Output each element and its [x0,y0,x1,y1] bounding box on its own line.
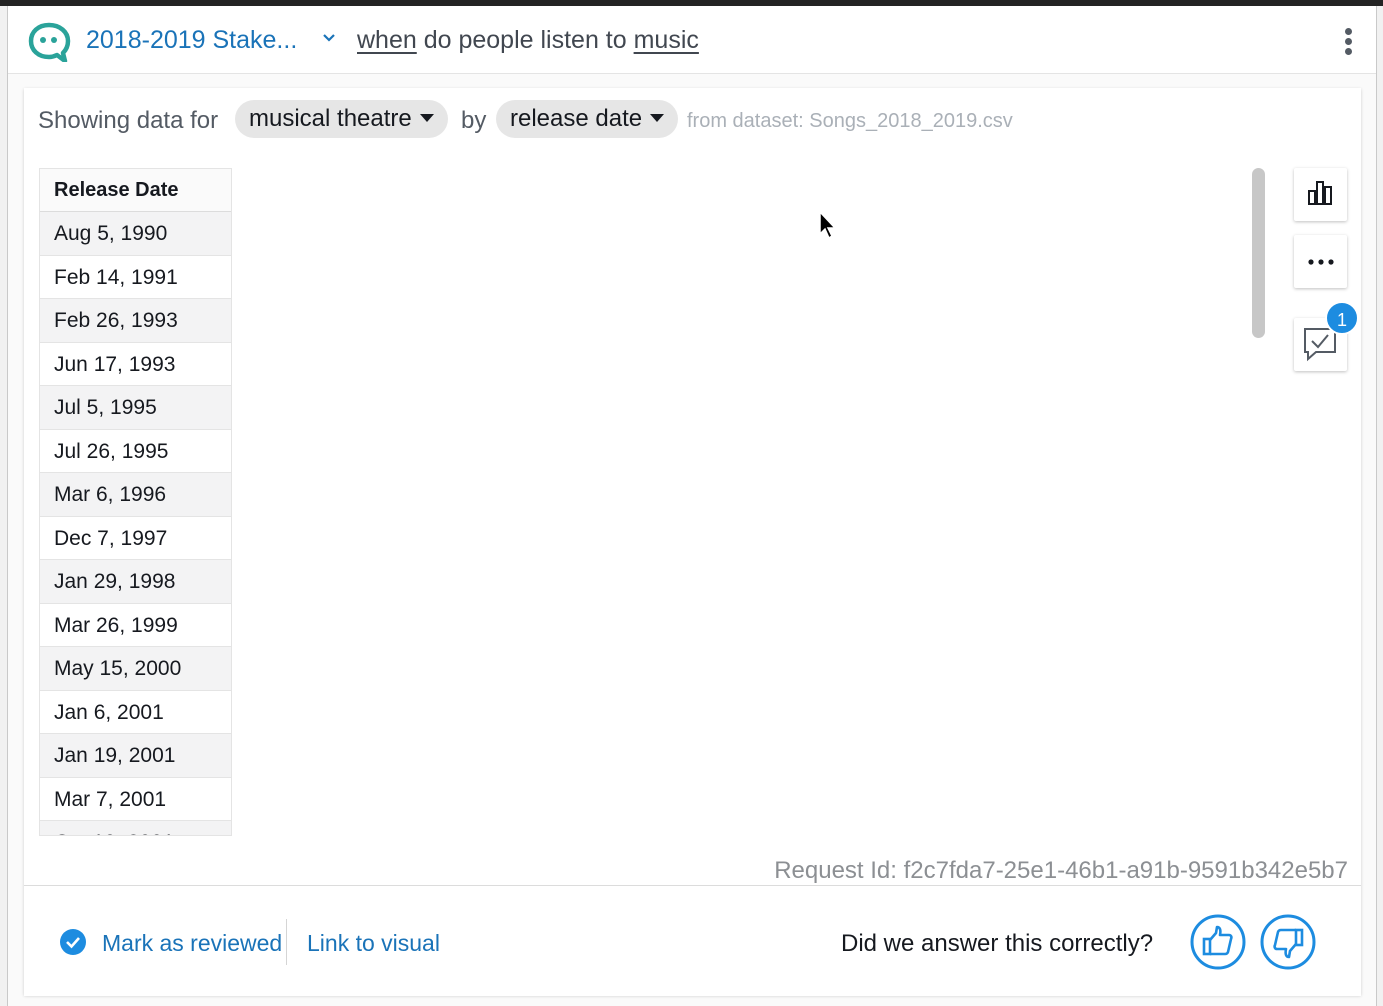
check-circle-icon[interactable] [59,928,87,956]
table-row[interactable]: Mar 6, 1996 [40,473,231,517]
caret-down-icon [419,114,434,123]
divider [286,919,287,965]
table-row[interactable]: Aug 5, 1990 [40,212,231,256]
chart-type-button[interactable] [1294,168,1347,221]
mouse-cursor-icon [819,210,837,240]
table-row[interactable]: Oct 10, 2001 [40,821,231,835]
question-text: when do people listen to music [357,26,699,55]
showing-data-label: Showing data for [38,107,219,134]
background-page-edge-left [0,6,8,1006]
question-term-when[interactable]: when [357,26,417,54]
table-row[interactable]: Jan 29, 1998 [40,560,231,604]
table-row[interactable]: Jan 6, 2001 [40,691,231,734]
filter-pill-field[interactable]: release date [496,100,679,138]
table-row[interactable]: May 15, 2000 [40,647,231,691]
bar-chart-icon [1308,181,1332,205]
more-horizontal-icon [1308,259,1334,265]
answer-panel: Showing data for musical theatre by rele… [24,88,1361,996]
thumbs-up-icon[interactable] [1190,914,1246,970]
release-date-table: Release Date Aug 5, 1990 Feb 14, 1991 Feb … [39,168,232,836]
table-row[interactable]: Jan 19, 2001 [40,734,231,778]
notification-badge: 1 [1325,301,1359,335]
thumbs-down-icon[interactable] [1260,914,1316,970]
table-row[interactable]: Mar 26, 1999 [40,604,231,647]
table-row[interactable]: Mar 7, 2001 [40,778,231,821]
table-row[interactable]: Jun 17, 1993 [40,343,231,386]
request-id: Request Id: f2c7fda7-25e1-46b1-a91b-9591… [774,857,1348,884]
more-options-button[interactable] [1294,235,1347,288]
link-to-visual-link[interactable]: Link to visual [307,930,440,957]
by-label: by [461,107,487,134]
dataset-label: from dataset: Songs_2018_2019.csv [687,110,1013,132]
filter-pill-field-label: release date [510,105,643,132]
qa-window: 2018-2019 Stake... when do people listen… [8,6,1376,1006]
table-body: Aug 5, 1990 Feb 14, 1991 Feb 26, 1993 Jun 1… [40,212,231,835]
table-row[interactable]: Jul 26, 1995 [40,430,231,473]
mark-as-reviewed-link[interactable]: Mark as reviewed [102,930,282,957]
filter-pill-genre[interactable]: musical theatre [235,100,448,138]
table-row[interactable]: Feb 14, 1991 [40,256,231,299]
question-middle-text: do people listen to [416,26,634,54]
feedback-footer: Mark as reviewed Link to visual Did we a… [24,885,1361,996]
table-row[interactable]: Feb 26, 1993 [40,299,231,343]
table-row[interactable]: Jul 5, 1995 [40,386,231,430]
answer-question-label: Did we answer this correctly? [841,930,1154,957]
chevron-down-icon[interactable] [321,30,337,46]
caret-down-icon [650,114,665,123]
topic-selector[interactable]: 2018-2019 Stake... [86,26,297,55]
table-row[interactable]: Dec 7, 1997 [40,517,231,560]
kebab-menu-icon[interactable] [1338,28,1358,58]
qa-header: 2018-2019 Stake... when do people listen… [8,6,1376,74]
background-page-edge-right [1376,6,1383,1006]
question-term-music[interactable]: music [634,26,699,54]
scrollbar-thumb[interactable] [1252,168,1265,338]
q-logo-icon [28,22,71,62]
filter-pill-genre-label: musical theatre [249,105,412,132]
table-header[interactable]: Release Date [40,169,231,212]
